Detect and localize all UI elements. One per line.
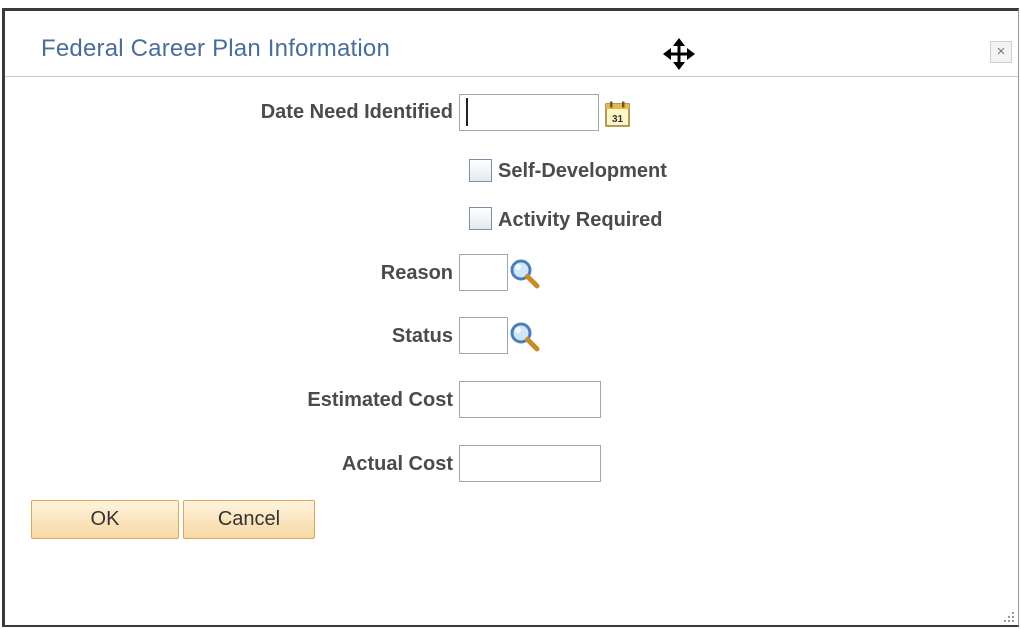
- self-development-label: Self-Development: [498, 160, 667, 182]
- estimated-cost-input[interactable]: [459, 381, 601, 418]
- reason-label: Reason: [380, 262, 453, 284]
- close-button[interactable]: ×: [990, 41, 1012, 63]
- move-cursor-icon: [663, 38, 695, 70]
- self-development-checkbox[interactable]: [469, 159, 492, 182]
- activity-required-checkbox[interactable]: [469, 207, 492, 230]
- status-lookup-icon[interactable]: [508, 320, 542, 354]
- cancel-button[interactable]: Cancel: [183, 500, 315, 539]
- calendar-icon[interactable]: 31: [605, 101, 631, 128]
- ok-button[interactable]: OK: [31, 500, 179, 539]
- activity-required-label: Activity Required: [498, 209, 663, 231]
- status-label: Status: [391, 325, 453, 347]
- actual-cost-label: Actual Cost: [341, 453, 453, 475]
- resize-grip-icon[interactable]: [1001, 609, 1015, 623]
- reason-lookup-icon[interactable]: [508, 257, 542, 291]
- actual-cost-input[interactable]: [459, 445, 601, 482]
- date-need-identified-label: Date Need Identified: [260, 101, 453, 123]
- status-input[interactable]: [459, 317, 508, 354]
- reason-input[interactable]: [459, 254, 508, 291]
- dialog-titlebar[interactable]: Federal Career Plan Information ×: [5, 11, 1018, 77]
- date-need-identified-input[interactable]: [459, 94, 599, 131]
- text-cursor: [466, 98, 468, 126]
- dialog-title: Federal Career Plan Information: [41, 35, 391, 62]
- estimated-cost-label: Estimated Cost: [307, 389, 453, 411]
- calendar-icon-text: 31: [612, 114, 624, 125]
